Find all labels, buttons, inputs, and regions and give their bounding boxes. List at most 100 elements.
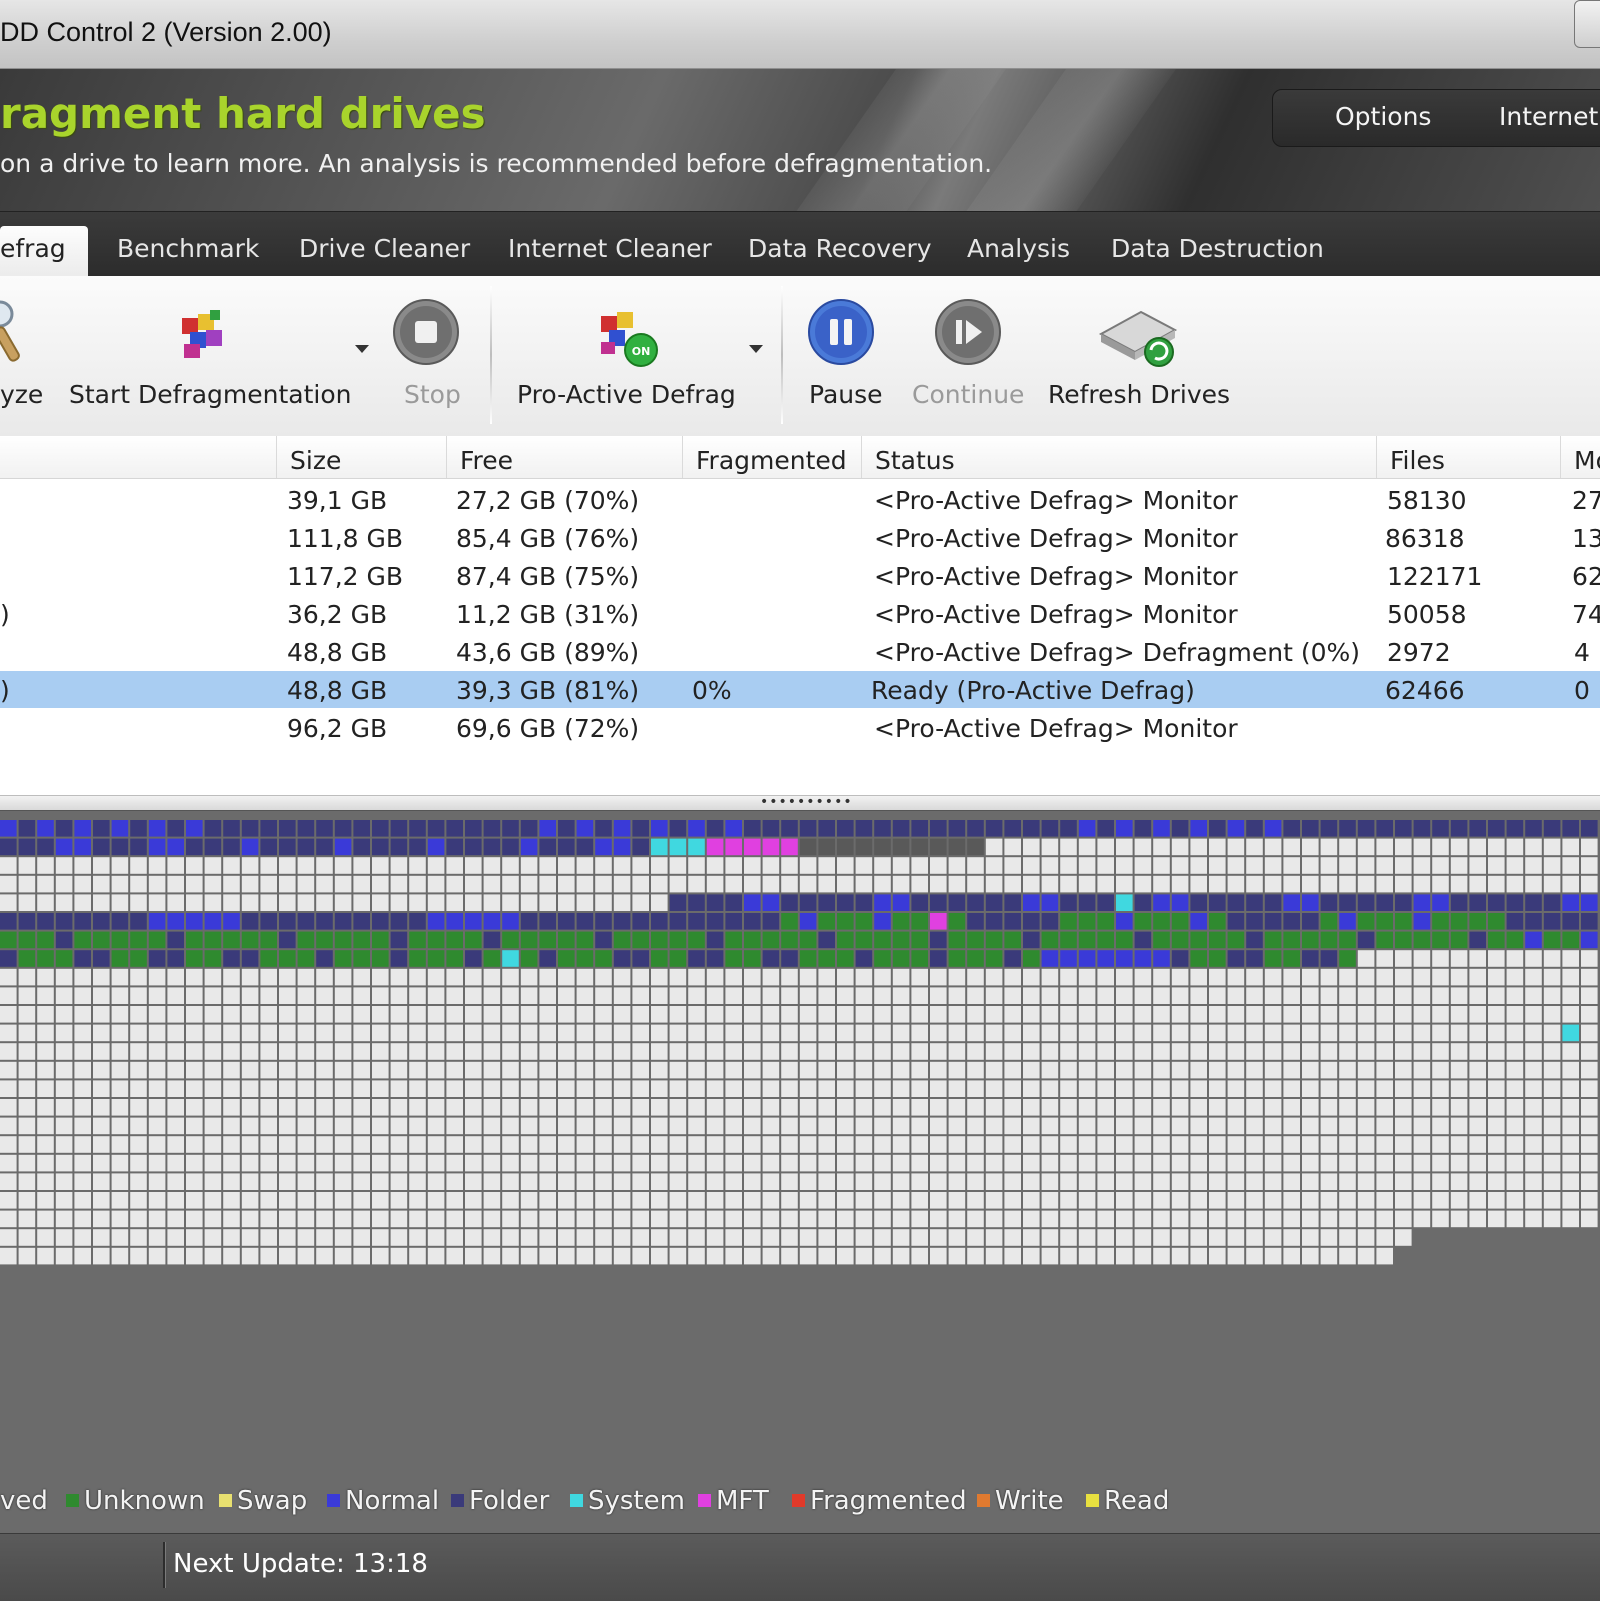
pause-button[interactable]: Pause xyxy=(805,276,885,426)
cluster-block xyxy=(502,875,519,893)
cluster-block xyxy=(1171,1117,1189,1135)
table-row[interactable]: 117,2 GB 87,4 GB (75%) <Pro-Active Defra… xyxy=(0,557,1600,594)
cluster-block xyxy=(874,1099,891,1116)
options-link[interactable]: Options xyxy=(1335,102,1431,131)
cluster-block xyxy=(1153,1117,1170,1135)
column-status[interactable]: Status xyxy=(875,446,955,475)
cluster-block xyxy=(1543,894,1561,911)
cluster-block xyxy=(1302,894,1319,911)
start-defrag-dropdown-arrow[interactable] xyxy=(355,345,369,353)
splitter-grip[interactable]: •••••••••• xyxy=(760,794,853,810)
cluster-block xyxy=(223,1173,240,1190)
window-control-button[interactable] xyxy=(1574,0,1600,48)
cluster-block xyxy=(558,950,575,967)
pane-splitter[interactable]: •••••••••• xyxy=(0,794,1600,811)
tab-benchmark[interactable]: Benchmark xyxy=(117,234,259,263)
pause-label: Pause xyxy=(809,380,883,409)
cluster-block xyxy=(1283,875,1300,893)
cluster-block xyxy=(818,1080,835,1097)
cluster-block xyxy=(855,1136,873,1153)
cluster-block xyxy=(874,987,891,1004)
cluster-block xyxy=(1339,1080,1356,1097)
cluster-block xyxy=(1562,1006,1579,1023)
column-free[interactable]: Free xyxy=(460,446,513,475)
tab-analysis[interactable]: Analysis xyxy=(967,234,1070,263)
pro-active-defrag-button[interactable]: ON Pro-Active Defrag xyxy=(515,276,745,426)
tab-data-recovery[interactable]: Data Recovery xyxy=(748,234,932,263)
table-row[interactable]: 48,8 GB 43,6 GB (89%) <Pro-Active Defrag… xyxy=(0,633,1600,670)
cluster-block xyxy=(1060,1043,1077,1060)
cluster-block xyxy=(948,820,966,837)
cluster-block xyxy=(93,1173,110,1190)
cluster-block xyxy=(1023,875,1040,893)
cluster-block xyxy=(1432,1154,1449,1172)
cluster-block xyxy=(223,1024,240,1042)
cluster-block xyxy=(669,1043,687,1060)
column-mo[interactable]: Mo xyxy=(1574,446,1600,475)
cluster-block xyxy=(1376,931,1393,949)
cluster-block xyxy=(241,950,259,967)
cluster-block xyxy=(1264,875,1282,893)
cluster-block xyxy=(446,931,463,949)
cluster-block xyxy=(651,1024,668,1042)
table-row-selected[interactable]: ) 48,8 GB 39,3 GB (81%) 0% Ready (Pro-Ac… xyxy=(0,671,1600,708)
cluster-block xyxy=(706,894,724,911)
analyze-button[interactable]: yze xyxy=(0,276,50,426)
start-defragmentation-button[interactable]: Start Defragmentation xyxy=(66,276,352,426)
tab-internet-cleaner[interactable]: Internet Cleaner xyxy=(508,234,712,263)
tab-drive-cleaner[interactable]: Drive Cleaner xyxy=(299,234,470,263)
pro-active-dropdown-arrow[interactable] xyxy=(749,345,763,353)
cluster-block xyxy=(334,987,352,1004)
cluster-block xyxy=(1395,894,1412,911)
column-size[interactable]: Size xyxy=(290,446,341,475)
cluster-block xyxy=(130,1024,147,1042)
defrag-blocks-icon xyxy=(182,310,222,358)
table-row[interactable]: ) 36,2 GB 11,2 GB (31%) <Pro-Active Defr… xyxy=(0,595,1600,632)
column-fragmented[interactable]: Fragmented xyxy=(696,446,847,475)
internet-link[interactable]: Internet xyxy=(1499,102,1598,131)
cluster-block xyxy=(1134,931,1152,949)
cluster-block xyxy=(1264,1099,1282,1116)
cluster-block xyxy=(1171,1099,1189,1116)
cluster-block xyxy=(37,857,54,874)
cluster-block xyxy=(483,913,501,930)
cluster-block xyxy=(427,1006,445,1023)
cluster-block xyxy=(762,1024,780,1042)
refresh-drives-button[interactable]: Refresh Drives xyxy=(1047,276,1230,426)
cluster-block xyxy=(1023,1043,1040,1060)
cluster-block xyxy=(799,1192,817,1209)
table-row[interactable]: 96,2 GB 69,6 GB (72%) <Pro-Active Defrag… xyxy=(0,709,1600,746)
cluster-block xyxy=(874,1247,891,1265)
cluster-block xyxy=(130,1043,147,1060)
cluster-block xyxy=(576,1061,594,1079)
cluster-block xyxy=(762,931,780,949)
cluster-block xyxy=(167,820,184,837)
table-row[interactable]: 39,1 GB 27,2 GB (70%) <Pro-Active Defrag… xyxy=(0,481,1600,518)
cluster-block xyxy=(1078,857,1096,874)
cluster-block xyxy=(1171,820,1189,837)
cluster-block xyxy=(204,913,222,930)
cluster-block xyxy=(1302,1154,1319,1172)
cluster-block xyxy=(725,838,742,856)
cluster-block xyxy=(1506,931,1524,949)
cluster-block xyxy=(688,950,705,967)
cluster-block xyxy=(1413,1117,1431,1135)
cluster-block xyxy=(1078,1024,1096,1042)
cluster-block xyxy=(1246,1080,1263,1097)
table-row[interactable]: 111,8 GB 85,4 GB (76%) <Pro-Active Defra… xyxy=(0,519,1600,556)
cluster-block xyxy=(483,820,501,837)
cluster-block xyxy=(260,894,277,911)
tab-data-destruction[interactable]: Data Destruction xyxy=(1111,234,1324,263)
column-files[interactable]: Files xyxy=(1390,446,1445,475)
cluster-block xyxy=(967,987,984,1004)
cluster-block xyxy=(186,950,203,967)
continue-button[interactable]: Continue xyxy=(912,276,1024,426)
cluster-block xyxy=(465,1006,482,1023)
cluster-block xyxy=(1264,1192,1282,1209)
cluster-block xyxy=(409,1006,426,1023)
stop-button[interactable]: Stop xyxy=(390,276,470,426)
cluster-block xyxy=(130,820,147,837)
cluster-block xyxy=(390,1024,408,1042)
cluster-block xyxy=(744,987,761,1004)
cluster-block xyxy=(1339,838,1356,856)
